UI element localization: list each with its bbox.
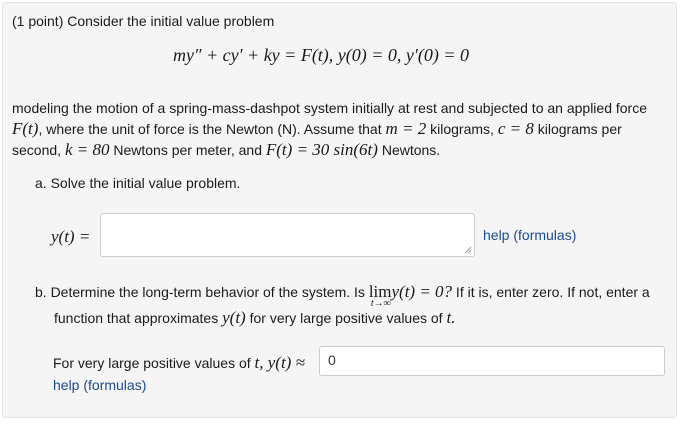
text: , where the unit of force is the Newton …: [38, 121, 386, 137]
paragraph-line-1: modeling the motion of a spring-mass-das…: [12, 100, 648, 116]
text: second,: [12, 142, 65, 158]
part-b-question-line-2: function that approximates y(t) for very…: [54, 308, 455, 328]
resize-handle-icon[interactable]: [464, 246, 472, 254]
problem-card: (1 point) Consider the initial value pro…: [2, 2, 677, 418]
ivp-equation: my″ + cy′ + ky = F(t), y(0) = 0, y′(0) =…: [173, 45, 469, 65]
part-a-label: a. Solve the initial value problem.: [35, 175, 241, 191]
text: kilograms,: [426, 121, 498, 137]
text: If it is, enter zero. If not, enter a: [452, 284, 650, 300]
help-formulas-link-b[interactable]: help (formulas): [53, 377, 146, 393]
text: function that approximates: [54, 310, 223, 326]
part-b-question-line-1: b. Determine the long-term behavior of t…: [35, 282, 650, 309]
answer-b-input[interactable]: 0: [319, 346, 665, 376]
approx-expression: t, y(t) ≈: [254, 353, 305, 372]
text: kilograms per: [533, 121, 622, 137]
damping-value: c = 8: [497, 119, 534, 138]
forcing-function: F(t) = 30 sin(6t): [265, 140, 378, 159]
text: b. Determine the long-term behavior of t…: [35, 284, 369, 300]
problem-header: (1 point) Consider the initial value pro…: [12, 13, 275, 29]
text: For very large positive values of: [53, 355, 255, 371]
limit-expression: y(t) = 0?: [391, 282, 453, 301]
spring-constant-value: k = 80: [64, 140, 110, 159]
y-of-t-label: y(t) =: [51, 227, 91, 246]
force-symbol: F(t): [12, 119, 39, 138]
limit-operator: lim t→∞: [369, 282, 392, 309]
help-formulas-link-a[interactable]: help (formulas): [483, 227, 576, 243]
y-of-t: y(t): [222, 308, 246, 327]
paragraph-line-3: second, k = 80 Newtons per meter, and F(…: [12, 140, 440, 160]
t-symbol: t.: [446, 308, 456, 327]
answer-a-textarea[interactable]: [100, 213, 475, 257]
paragraph-line-2: F(t), where the unit of force is the New…: [12, 119, 622, 139]
text: Newtons.: [377, 142, 441, 158]
large-t-prompt: For very large positive values of t, y(t…: [53, 353, 305, 373]
text: for very large positive values of: [245, 310, 447, 326]
mass-value: m = 2: [385, 119, 427, 138]
text: Newtons per meter, and: [109, 142, 266, 158]
